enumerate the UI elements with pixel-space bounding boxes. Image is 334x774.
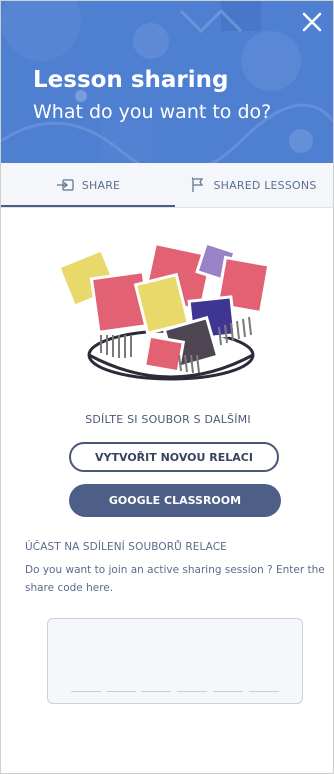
share-arrow-icon bbox=[56, 179, 74, 191]
lesson-sharing-panel: Lesson sharing What do you want to do? S… bbox=[0, 0, 334, 774]
header: Lesson sharing What do you want to do? bbox=[1, 1, 333, 163]
join-session-heading: ÚČAST NA SDÍLENÍ SOUBORŮ RELACE bbox=[25, 541, 227, 553]
google-classroom-button[interactable]: GOOGLE CLASSROOM bbox=[69, 484, 281, 517]
code-slot bbox=[177, 691, 207, 692]
share-caption: SDÍLTE SI SOUBOR S DALŠÍMI bbox=[85, 413, 251, 426]
page-title: Lesson sharing bbox=[33, 67, 229, 93]
tab-shared-lessons-label: SHARED LESSONS bbox=[213, 178, 317, 192]
code-slot bbox=[213, 691, 243, 692]
code-slot bbox=[71, 691, 101, 692]
tab-share[interactable]: SHARE bbox=[1, 163, 175, 207]
code-slot bbox=[106, 691, 136, 692]
tab-share-label: SHARE bbox=[81, 178, 121, 192]
close-icon bbox=[302, 12, 322, 32]
papers-bowl-illustration bbox=[56, 241, 271, 381]
share-code-input[interactable] bbox=[47, 618, 303, 704]
code-slot bbox=[141, 691, 171, 692]
page-subtitle: What do you want to do? bbox=[33, 101, 272, 123]
code-slot bbox=[249, 691, 279, 692]
tab-shared-lessons[interactable]: SHARED LESSONS bbox=[175, 163, 333, 207]
join-session-description: Do you want to join an active sharing se… bbox=[25, 564, 325, 594]
tab-bar: SHARE SHARED LESSONS bbox=[1, 163, 333, 208]
active-tab-indicator bbox=[1, 205, 175, 207]
close-button[interactable] bbox=[297, 7, 327, 37]
create-new-session-button[interactable]: VYTVOŘIT NOVOU RELACI bbox=[69, 442, 279, 472]
flag-icon bbox=[191, 177, 205, 193]
